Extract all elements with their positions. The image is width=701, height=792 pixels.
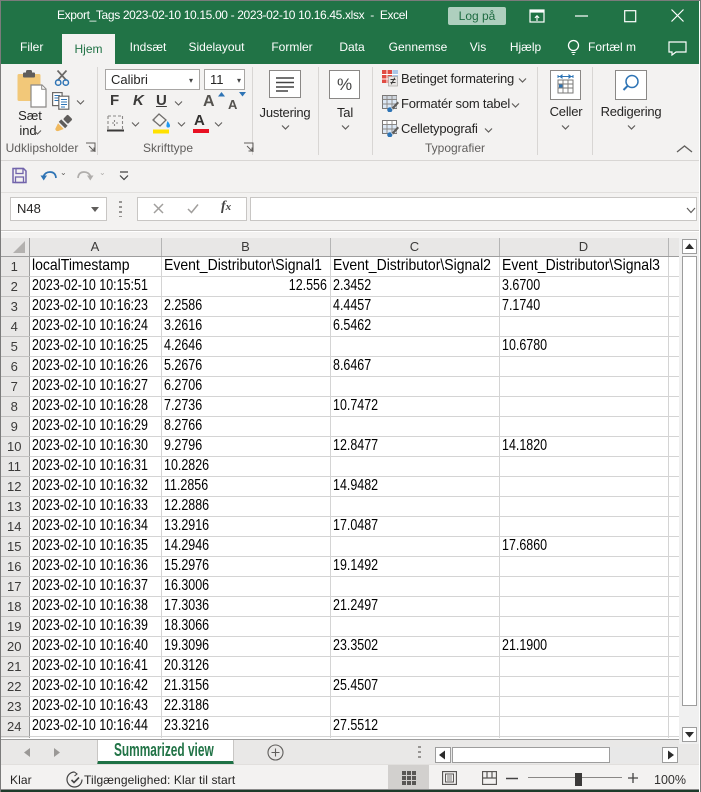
svg-text:%: % (337, 75, 352, 94)
